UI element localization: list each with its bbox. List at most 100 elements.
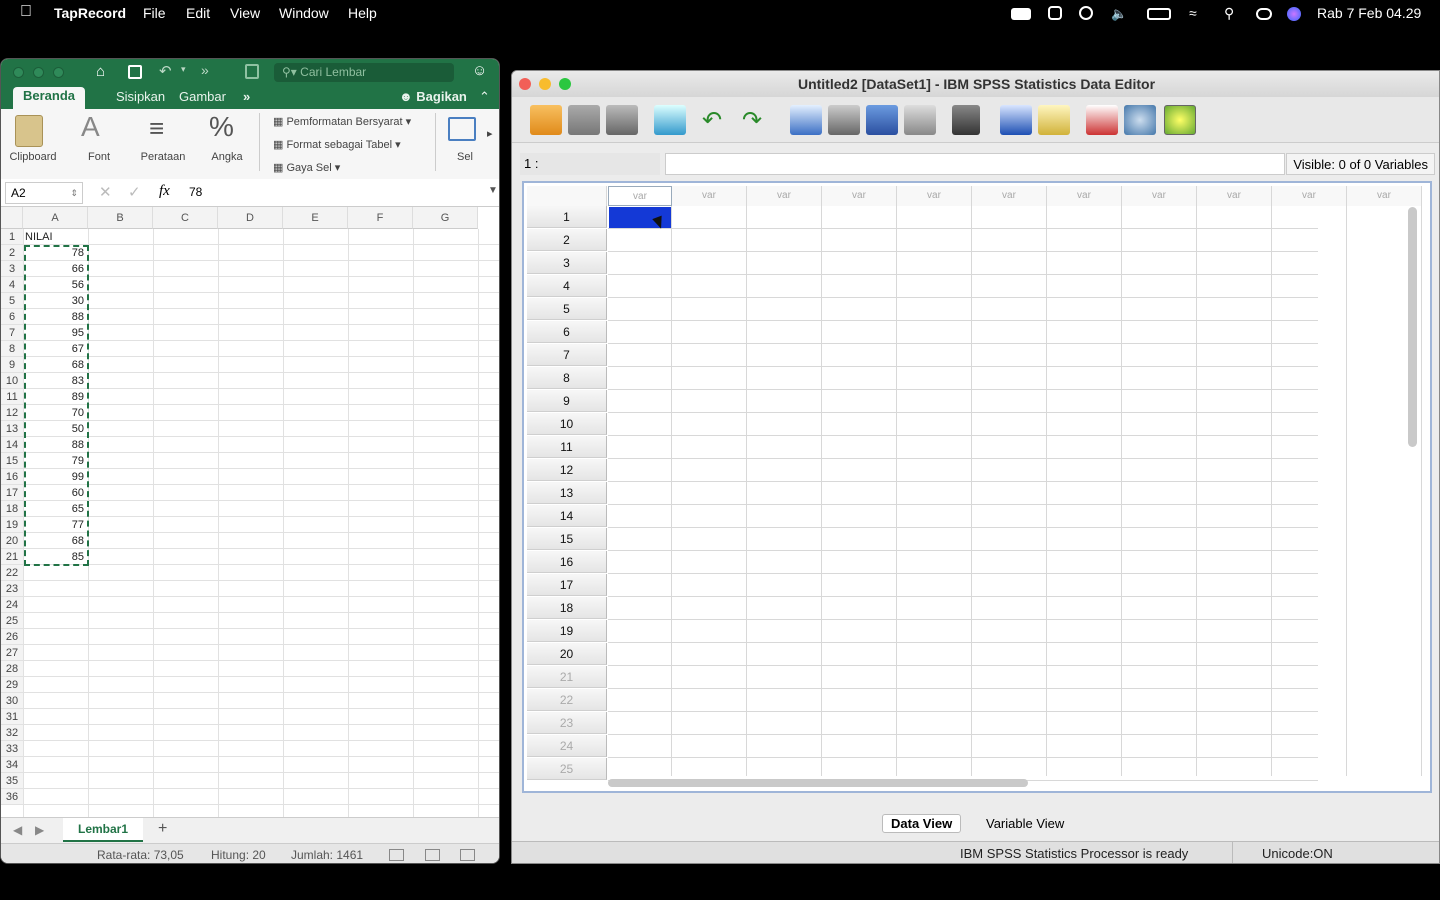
column-header[interactable]: B [88,207,153,229]
column-header[interactable]: E [283,207,348,229]
more-tabs-icon[interactable]: » [233,88,260,105]
variable-column-header[interactable]: var [1272,186,1347,206]
case-row-header[interactable]: 3 [527,252,607,274]
clipboard-icon[interactable] [15,115,43,147]
undo-dropdown-icon[interactable]: ▾ [181,64,186,75]
save-icon[interactable] [128,65,142,79]
save-icon[interactable] [568,105,600,135]
case-row-header[interactable]: 17 [527,574,607,596]
case-row-header[interactable]: 12 [527,459,607,481]
row-header[interactable]: 12 [1,405,23,421]
play-status-icon[interactable] [1079,6,1093,20]
run-descriptives-icon[interactable] [904,105,936,135]
column-header[interactable]: A [23,207,88,229]
battery-icon[interactable] [1147,8,1171,20]
menubar-clock[interactable]: Rab 7 Feb 04.29 [1317,5,1421,21]
case-row-header[interactable]: 5 [527,298,607,320]
case-row-header[interactable]: 1 [527,206,607,228]
case-row-header[interactable]: 6 [527,321,607,343]
variable-column-header[interactable]: var [822,186,897,206]
column-header[interactable]: D [218,207,283,229]
row-header[interactable]: 4 [1,277,23,293]
case-row-header[interactable]: 20 [527,643,607,665]
case-row-header[interactable]: 18 [527,597,607,619]
row-header[interactable]: 3 [1,261,23,277]
excel-sheet-grid[interactable]: A B C D E F G 1 2 3 4 5 6 7 8 9 10 11 12 13 14 15 16 17 18 19 20 21… [1,207,499,817]
recall-dialog-icon[interactable] [654,105,686,135]
volume-icon[interactable]: 🔈 [1111,6,1127,22]
minimize-window-button[interactable] [33,67,44,78]
row-header[interactable]: 33 [1,741,23,757]
case-row-header[interactable]: 19 [527,620,607,642]
cell-a1[interactable]: NILAI [25,229,85,245]
show-all-variables-icon[interactable] [1164,105,1196,135]
cells-icon[interactable] [448,117,476,141]
app-name-menu[interactable]: TapRecord [54,5,126,21]
tab-beranda[interactable]: Beranda [13,87,86,109]
variable-column-header[interactable]: var [608,186,672,206]
case-row-header[interactable]: 22 [527,689,607,711]
menu-file[interactable]: File [143,5,166,21]
font-icon[interactable]: A [81,111,100,143]
find-binoculars-icon[interactable] [952,105,980,135]
redo-icon[interactable]: ↷ [742,106,762,135]
tab-data-view[interactable]: Data View [882,814,962,833]
case-row-header[interactable]: 2 [527,229,607,251]
select-all-corner[interactable] [1,207,23,229]
conditional-formatting-button[interactable]: ▦ Pemformatan Bersyarat ▾ [273,115,411,128]
row-header[interactable]: 18 [1,501,23,517]
case-row-header[interactable]: 16 [527,551,607,573]
next-sheet-icon[interactable]: ▶ [35,823,44,837]
apple-icon[interactable]:  [20,3,32,21]
variables-icon[interactable] [866,105,898,135]
ribbon-scroll-icon[interactable]: ▸ [487,127,493,140]
alignment-icon[interactable]: ≡ [149,113,164,144]
number-format-icon[interactable]: % [209,111,234,143]
row-header[interactable]: 35 [1,773,23,789]
search-sheet-box[interactable]: ⚲▾ Cari Lembar [274,63,454,82]
name-box-stepper-icon[interactable]: ⇕ [70,183,78,203]
function-icon[interactable]: fx [159,183,170,200]
normal-view-icon[interactable] [389,849,404,861]
case-row-header[interactable]: 24 [527,735,607,757]
minimize-window-button[interactable] [539,78,551,90]
use-variable-sets-icon[interactable] [1124,105,1156,135]
add-sheet-button[interactable]: + [158,820,167,838]
prev-sheet-icon[interactable]: ◀ [13,823,22,837]
format-as-table-button[interactable]: ▦ Format sebagai Tabel ▾ [273,138,401,151]
name-box[interactable]: A2 ⇕ [5,182,83,204]
clipboard-quick-icon[interactable] [245,64,259,79]
cell-styles-button[interactable]: ▦ Gaya Sel ▾ [273,161,340,174]
print-icon[interactable] [606,105,638,135]
expand-formula-icon[interactable]: ▼ [488,185,498,196]
more-commands-icon[interactable]: » [201,62,209,78]
row-header[interactable]: 24 [1,597,23,613]
variable-column-header[interactable]: var [897,186,972,206]
case-row-header[interactable]: 25 [527,758,607,780]
variable-column-header[interactable]: var [1122,186,1197,206]
row-header[interactable]: 31 [1,709,23,725]
insert-variable-icon[interactable] [1038,105,1070,135]
case-row-header[interactable]: 11 [527,436,607,458]
siri-icon[interactable] [1287,7,1301,21]
row-header[interactable]: 9 [1,357,23,373]
row-header[interactable]: 28 [1,661,23,677]
undo-icon[interactable]: ↶ [159,62,172,80]
menu-help[interactable]: Help [348,5,377,21]
row-header[interactable]: 7 [1,325,23,341]
close-window-button[interactable] [519,78,531,90]
case-row-header[interactable]: 8 [527,367,607,389]
case-row-header[interactable]: 14 [527,505,607,527]
zoom-window-button[interactable] [559,78,571,90]
variable-column-header[interactable]: var [672,186,747,206]
tab-sisipkan[interactable]: Sisipkan [106,88,175,105]
go-to-variable-icon[interactable] [828,105,860,135]
row-header[interactable]: 5 [1,293,23,309]
cell-value-input[interactable] [665,153,1285,175]
close-window-button[interactable] [13,67,24,78]
home-icon[interactable]: ⌂ [96,63,105,80]
case-row-header[interactable]: 21 [527,666,607,688]
row-header[interactable]: 34 [1,757,23,773]
collapse-ribbon-icon[interactable]: ⌃ [469,88,499,106]
formula-input[interactable]: 78 [189,185,202,199]
